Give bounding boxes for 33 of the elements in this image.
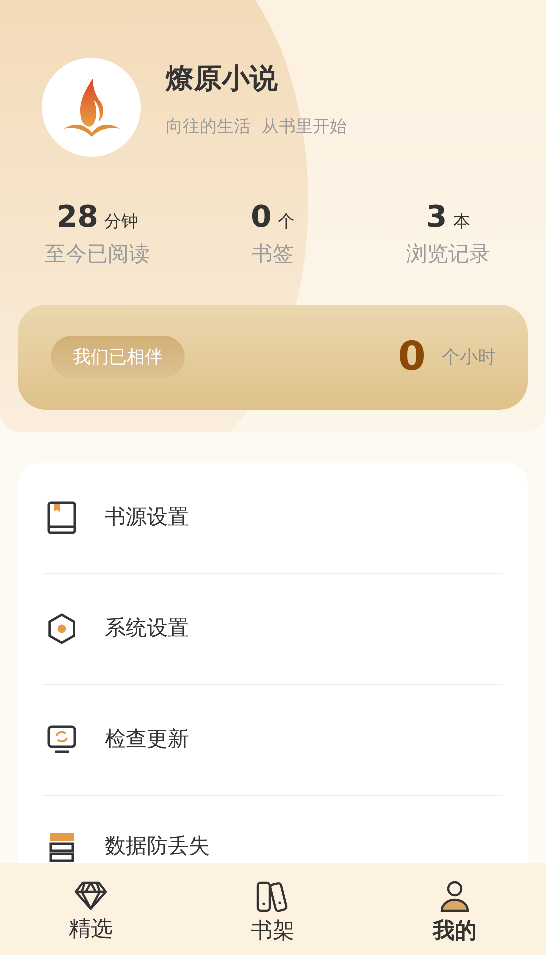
stat-label: 浏览记录 bbox=[406, 241, 490, 268]
monitor-refresh-icon bbox=[47, 725, 77, 755]
stat-value: 0 bbox=[251, 199, 272, 237]
books-icon bbox=[256, 881, 290, 913]
companion-hours: 0 bbox=[398, 333, 426, 382]
stat-value: 28 bbox=[56, 199, 99, 237]
stat-value: 3 bbox=[426, 199, 448, 237]
menu-item[interactable]: 检查更新 bbox=[43, 685, 503, 796]
nav-tab[interactable]: 书架 bbox=[182, 881, 364, 955]
book-icon bbox=[47, 501, 77, 535]
nav-tab[interactable]: 我的 bbox=[364, 881, 546, 955]
nav-tab[interactable]: 精选 bbox=[0, 881, 182, 955]
menu-item[interactable]: 系统设置 bbox=[43, 574, 503, 685]
storage-icon bbox=[48, 832, 76, 862]
menu-item[interactable]: 书源设置 bbox=[43, 463, 503, 574]
menu-item[interactable]: 数据防丢失 bbox=[43, 796, 503, 863]
companion-label: 我们已相伴 bbox=[51, 336, 185, 378]
companion-unit: 个小时 bbox=[442, 346, 496, 370]
slogan: 向往的生活 从书里开始 bbox=[166, 116, 347, 139]
menu-label: 系统设置 bbox=[105, 615, 189, 642]
hexagon-icon bbox=[47, 612, 77, 646]
stat-label: 书签 bbox=[252, 241, 294, 268]
diamond-icon bbox=[74, 881, 108, 911]
stat-unit: 分钟 bbox=[104, 211, 139, 234]
stat-unit: 个 bbox=[278, 211, 295, 234]
flame-book-logo bbox=[62, 76, 122, 138]
menu-label: 检查更新 bbox=[105, 726, 189, 754]
menu-label: 数据防丢失 bbox=[105, 832, 210, 860]
menu-label: 书源设置 bbox=[105, 504, 189, 532]
stat-label: 至今已阅读 bbox=[45, 241, 150, 268]
user-icon bbox=[440, 881, 470, 913]
app-title: 燎原小说 bbox=[166, 61, 279, 97]
stat-unit: 本 bbox=[453, 211, 470, 234]
